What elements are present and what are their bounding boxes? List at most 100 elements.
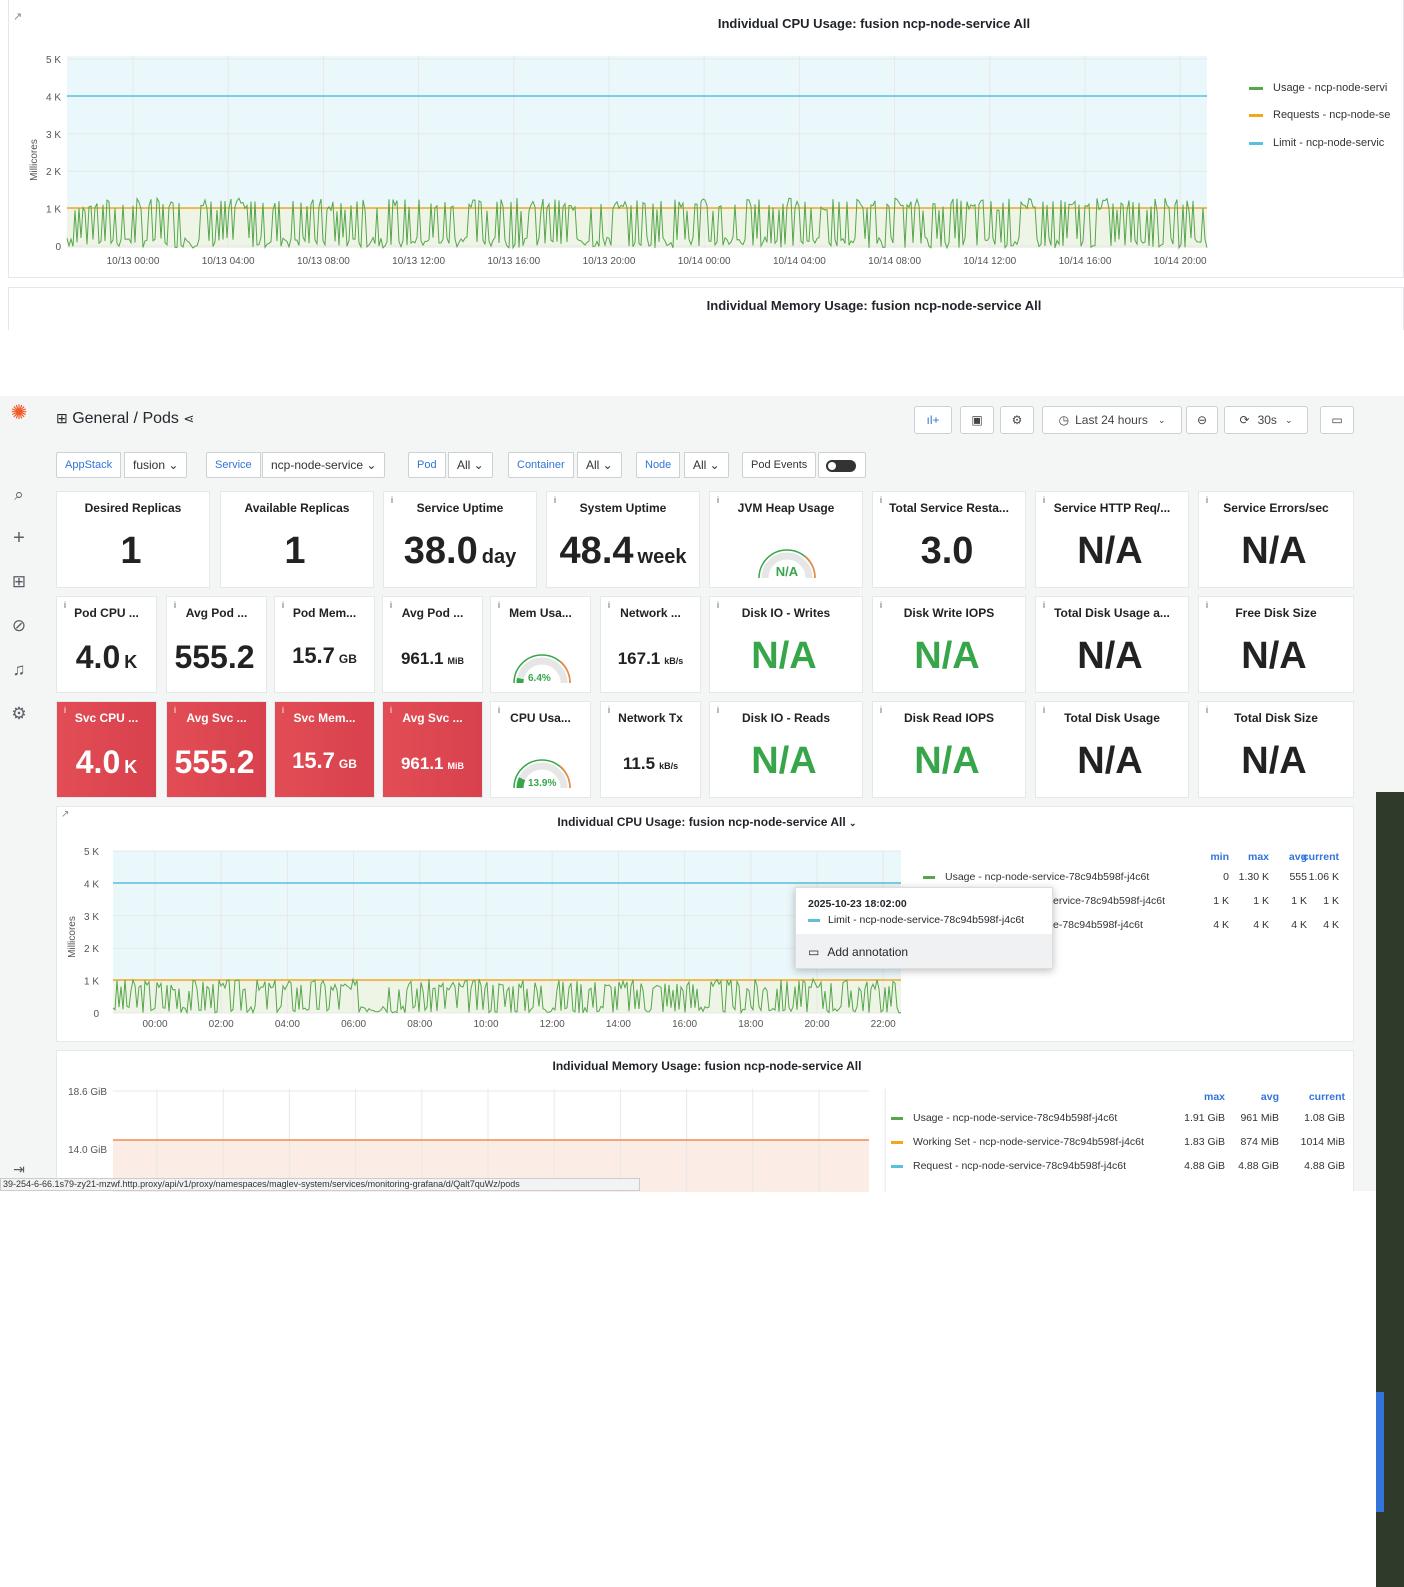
stat-value: N/A [1199, 740, 1353, 783]
legend-series[interactable]: Working Set - ncp-node-service-78c94b598… [891, 1136, 1144, 1148]
zoom-out-button[interactable]: ⊖ [1186, 406, 1218, 434]
stat-number: 38.0 [403, 530, 478, 572]
plus-icon[interactable]: + [8, 527, 30, 549]
cpu-xtick: 22:00 [871, 1019, 896, 1030]
share-icon[interactable]: ⋖ [183, 411, 194, 426]
top-legend-limit[interactable]: Limit - ncp-node-servic [1249, 137, 1384, 149]
tv-mode-button[interactable]: ▭ [1320, 406, 1354, 434]
legend-label: Working Set - ncp-node-service-78c94b598… [913, 1136, 1144, 1148]
add-panel-button[interactable]: ıl+ [914, 406, 952, 434]
legend-series[interactable]: e-78c94b598f-j4c6t [1053, 919, 1143, 931]
stat-panel[interactable]: i Service Errors/sec N/A [1198, 491, 1354, 588]
settings-button[interactable]: ⚙ [1000, 406, 1034, 434]
stat-panel[interactable]: i Svc Mem... 15.7 GB [274, 701, 375, 798]
stat-title: Disk Write IOPS [903, 606, 995, 620]
stat-value: N/A [873, 740, 1025, 783]
cpu-ytick: 5 K [84, 847, 99, 858]
legend-series[interactable]: Usage - ncp-node-service-78c94b598f-j4c6… [891, 1112, 1117, 1124]
stat-title: Total Disk Usage a... [1054, 606, 1170, 620]
stat-panel[interactable]: i JVM Heap Usage N/A [709, 491, 863, 588]
stat-value: N/A [1036, 635, 1188, 678]
stat-panel[interactable]: i System Uptime 48.4 week [546, 491, 700, 588]
grafana-logo-icon[interactable]: ✺ [8, 402, 30, 424]
stat-panel[interactable]: i Mem Usa... 6.4% [490, 596, 591, 693]
gauge-value: 6.4% [528, 673, 551, 684]
bell-icon[interactable]: ♫ [8, 659, 30, 681]
stat-number: 1 [120, 530, 142, 572]
stat-title: Total Service Resta... [889, 501, 1009, 515]
stat-panel[interactable]: i CPU Usa... 13.9% [490, 701, 591, 798]
stat-title: Svc CPU ... [74, 711, 139, 725]
legend-series[interactable]: Usage - ncp-node-service-78c94b598f-j4c6… [923, 871, 1149, 883]
legend-value: 0 [1223, 871, 1229, 883]
stat-panel[interactable]: i Disk Write IOPS N/A [872, 596, 1026, 693]
sign-in-icon[interactable]: ⇥ [8, 1158, 30, 1180]
breadcrumb[interactable]: ⊞ General / Pods ⋖ [56, 410, 194, 428]
stat-panel[interactable]: i Service Uptime 38.0 day [383, 491, 537, 588]
explore-icon[interactable]: ⊘ [8, 615, 30, 637]
stat-panel[interactable]: Desired Replicas 1 [56, 491, 210, 588]
cpu-xtick: 16:00 [672, 1019, 697, 1030]
cpu-panel-title[interactable]: Individual CPU Usage: fusion ncp-node-se… [477, 815, 937, 829]
select-value: All [457, 458, 471, 472]
tooltip-series: Limit - ncp-node-service-78c94b598f-j4c6… [808, 914, 1024, 926]
gear-icon[interactable]: ⚙ [8, 703, 30, 725]
stat-panel[interactable]: i Total Service Resta... 3.0 [872, 491, 1026, 588]
external-link-icon[interactable]: ↗ [13, 10, 22, 23]
var-appstack-select[interactable]: fusion ⌄ [124, 452, 188, 478]
top-cpu-panel: ↗ Individual CPU Usage: fusion ncp-node-… [8, 0, 1404, 278]
stat-panel[interactable]: i Total Disk Usage N/A [1035, 701, 1189, 798]
stat-panel[interactable]: i Avg Svc ... 961.1 MiB [382, 701, 483, 798]
stat-panel[interactable]: i Disk IO - Reads N/A [709, 701, 863, 798]
stat-panel[interactable]: i Total Disk Usage a... N/A [1035, 596, 1189, 693]
stat-value: 555.2 [167, 639, 266, 676]
legend-header: current [1308, 1091, 1345, 1103]
stat-panel[interactable]: i Svc CPU ... 4.0 K [56, 701, 157, 798]
search-icon[interactable]: ⌕ [8, 484, 30, 506]
select-value: fusion [133, 458, 166, 472]
stat-title: Disk IO - Writes [741, 606, 831, 620]
add-annotation-button[interactable]: ▭ Add annotation [796, 934, 1052, 968]
stat-panel[interactable]: i Avg Pod ... 961.1 MiB [382, 596, 483, 693]
stat-panel[interactable]: i Network Tx 11.5 kB/s [600, 701, 701, 798]
legend-series[interactable]: ervice-78c94b598f-j4c6t [1053, 895, 1165, 907]
top-ylabel: Millicores [29, 139, 40, 181]
stat-number: N/A [1077, 635, 1143, 677]
stat-panel[interactable]: i Service HTTP Req/... N/A [1035, 491, 1189, 588]
top-xtick: 10/13 04:00 [202, 256, 255, 267]
stat-panel[interactable]: i Disk Read IOPS N/A [872, 701, 1026, 798]
top-ytick: 3 K [46, 130, 61, 141]
top-legend-usage[interactable]: Usage - ncp-node-servi [1249, 82, 1387, 94]
main-area: ⊞ General / Pods ⋖ ıl+ ▣ ⚙ ◷ Last 24 hour… [40, 396, 1376, 1192]
stat-panel[interactable]: i Free Disk Size N/A [1198, 596, 1354, 693]
chart-tooltip: 2025-10-23 18:02:00 Limit - ncp-node-ser… [795, 887, 1053, 969]
var-pod-select[interactable]: All ⌄ [448, 452, 493, 478]
refresh-picker[interactable]: ⟳ 30s ⌄ [1224, 406, 1308, 434]
pod-events-toggle[interactable] [818, 452, 866, 478]
save-button[interactable]: ▣ [960, 406, 994, 434]
stat-value: 38.0 day [384, 530, 536, 573]
stat-panel[interactable]: i Pod CPU ... 4.0 K [56, 596, 157, 693]
stat-panel[interactable]: i Disk IO - Writes N/A [709, 596, 863, 693]
time-picker[interactable]: ◷ Last 24 hours ⌄ [1042, 406, 1182, 434]
var-container-select[interactable]: All ⌄ [577, 452, 622, 478]
stat-title: CPU Usa... [510, 711, 571, 725]
legend-series[interactable]: Request - ncp-node-service-78c94b598f-j4… [891, 1160, 1126, 1172]
top-mem-title: Individual Memory Usage: fusion ncp-node… [706, 298, 1042, 313]
grafana-app: ✺ ⌕ + ⊞ ⊘ ♫ ⚙ ⇥ ⊞ General / Pods ⋖ ıl+ ▣… [0, 396, 1404, 1587]
stat-panel[interactable]: Available Replicas 1 [220, 491, 374, 588]
stat-panel[interactable]: i Avg Svc ... 555.2 [166, 701, 267, 798]
var-node-select[interactable]: All ⌄ [684, 452, 729, 478]
external-link-icon[interactable]: ↗ [61, 809, 69, 820]
var-service-select[interactable]: ncp-node-service ⌄ [262, 452, 386, 478]
dashboards-icon[interactable]: ⊞ [8, 571, 30, 593]
stat-panel[interactable]: i Network ... 167.1 kB/s [600, 596, 701, 693]
stat-panel[interactable]: i Avg Pod ... 555.2 [166, 596, 267, 693]
stat-panel[interactable]: i Pod Mem... 15.7 GB [274, 596, 375, 693]
stat-title: Available Replicas [244, 501, 350, 515]
cpu-ytick: 4 K [84, 879, 99, 890]
var-pod-label: Pod [408, 452, 446, 478]
stat-panel[interactable]: i Total Disk Size N/A [1198, 701, 1354, 798]
top-legend-requests[interactable]: Requests - ncp-node-se [1249, 109, 1390, 121]
mem-ytick: 14.0 GiB [68, 1145, 107, 1156]
